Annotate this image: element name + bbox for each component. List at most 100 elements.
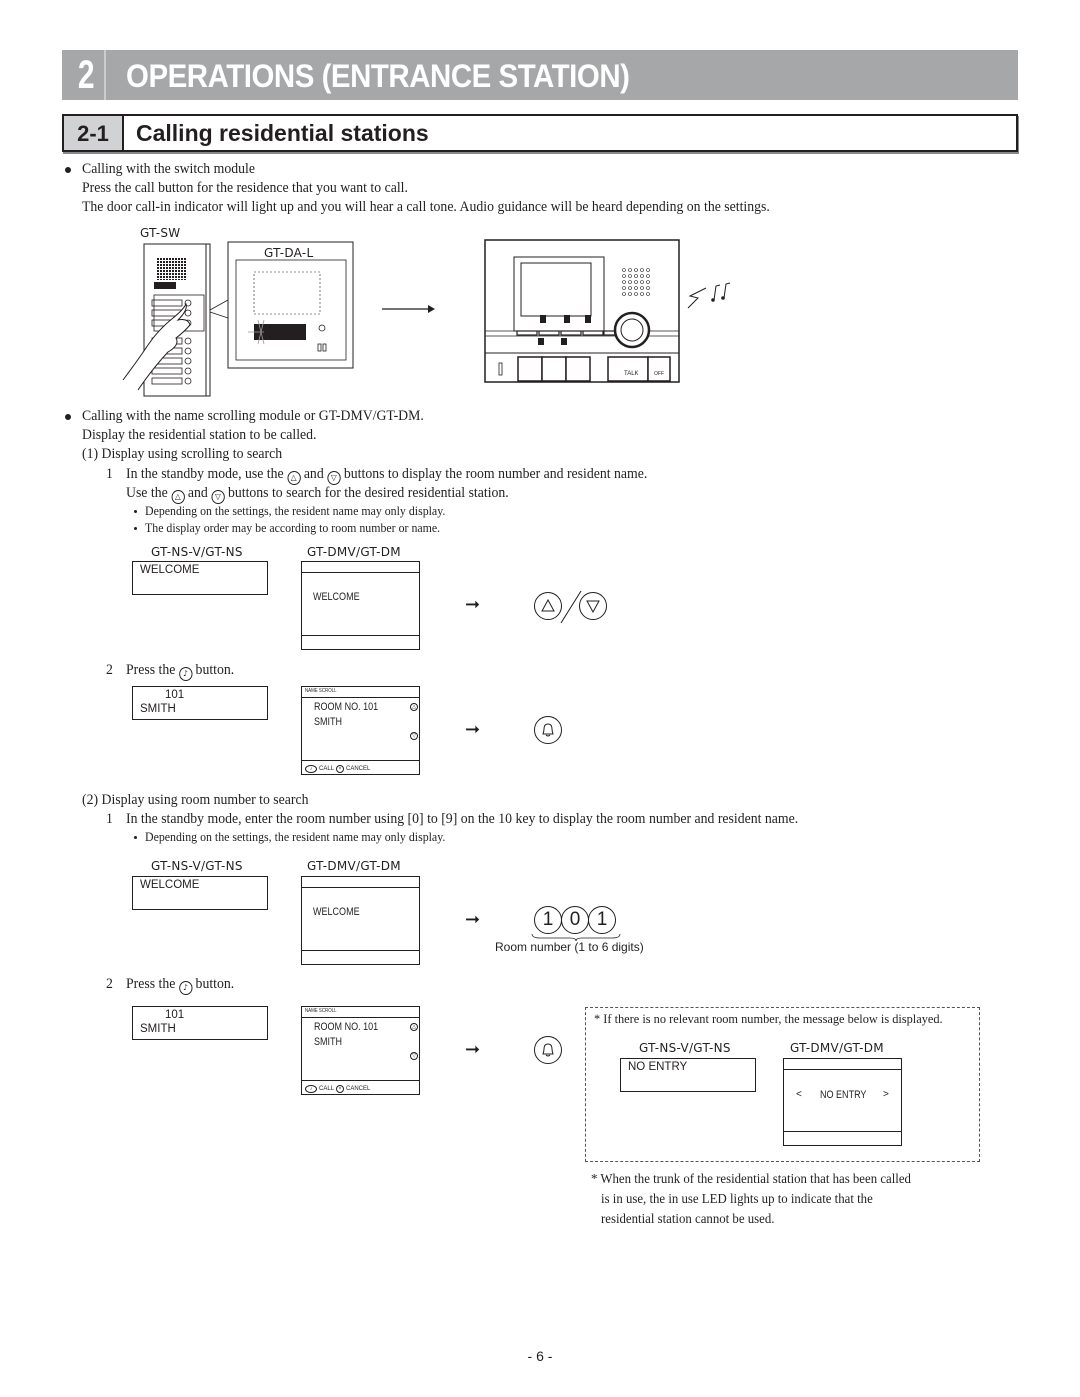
down-icon: ▽: [410, 1052, 418, 1060]
dm-display-text: WELCOME: [313, 591, 360, 603]
scrolling-subheading: (1) Display using scrolling to search: [82, 446, 283, 462]
chapter-header: 2 OPERATIONS (ENTRANCE STATION): [62, 50, 1018, 100]
up-icon: △: [410, 703, 418, 711]
switch-module-line1: Press the call button for the residence …: [82, 180, 408, 196]
room-number-subheading: (2) Display using room number to search: [82, 792, 309, 808]
page-number: - 6 -: [527, 1348, 553, 1364]
scrolling-note2: The display order may be according to ro…: [145, 521, 441, 535]
ns-display-text: WELCOME: [140, 564, 200, 576]
residential-monitor-illustration: TALK OFF: [484, 239, 731, 383]
step-number: 1: [106, 466, 113, 482]
scrolling-heading: Calling with the name scrolling module o…: [82, 408, 424, 424]
section-header: 2-1 Calling residential stations: [62, 114, 1018, 152]
digit-key: 1: [534, 906, 562, 934]
arrow-icon: ➞: [465, 909, 481, 930]
room-number-step2: Press the ♪ button.: [126, 975, 234, 995]
dm-room: ROOM NO. 101: [314, 701, 379, 713]
call-button-icon: ♪: [178, 667, 193, 681]
text: and: [187, 485, 208, 501]
cancel-icon: ×: [336, 765, 345, 773]
call-bell-icon: [534, 1036, 562, 1064]
call-label: CALL: [319, 1086, 335, 1092]
cancel-label: CANCEL: [346, 766, 371, 772]
ns-display: WELCOME: [132, 876, 268, 910]
svg-text:OFF: OFF: [654, 371, 664, 377]
trunk-note-line3: residential station cannot be used.: [601, 1211, 775, 1226]
trunk-note-line2: is in use, the in use LED lights up to i…: [601, 1191, 873, 1206]
digits-caption: Room number (1 to 6 digits): [495, 940, 644, 954]
dm-name: SMITH: [314, 1036, 343, 1048]
cancel-label: CANCEL: [346, 1086, 371, 1092]
dm-display: NAME SCROLL ROOM NO. 101 SMITH △ ▽ ♪ CAL…: [301, 686, 420, 775]
text: In the standby mode, use the: [126, 466, 284, 482]
scrolling-step2: Press the ♪ button.: [126, 661, 234, 681]
dm-display: WELCOME: [301, 561, 420, 650]
text: buttons to display the room number and r…: [343, 466, 648, 482]
gt-ns-label: GT-NS-V/GT-NS: [151, 545, 243, 559]
up-button-icon: [534, 592, 562, 620]
up-icon: △: [410, 1023, 418, 1031]
section-number: 2-1: [64, 116, 124, 150]
up-button-icon: △: [287, 471, 301, 485]
step-number: 2: [106, 662, 113, 678]
gt-sw-label: GT-SW: [140, 226, 181, 240]
switch-module-heading: Calling with the switch module: [82, 161, 255, 177]
left-indicator: <: [796, 1089, 802, 1100]
call-button-icon: ♪: [178, 981, 193, 995]
scrolling-step1-line1: In the standby mode, use the △ and ▽ but…: [126, 465, 647, 485]
ns-display: 101 SMITH: [132, 1006, 268, 1040]
call-icon: ♪: [305, 765, 317, 773]
down-icon: ▽: [410, 732, 418, 740]
dm-display: NAME SCROLL ROOM NO. 101 SMITH △ ▽ ♪ CAL…: [301, 1006, 420, 1095]
step-number: 2: [106, 976, 113, 992]
bullet: [65, 167, 71, 173]
up-button-icon: △: [171, 490, 185, 504]
switch-module-illustration: [122, 241, 354, 397]
scrolling-step1-line2: Use the △ and ▽ buttons to search for th…: [126, 484, 509, 504]
text: Use the: [126, 485, 168, 501]
ns-room: 101: [165, 689, 185, 701]
text: buttons to search for the desired reside…: [227, 485, 509, 501]
text: Press the: [126, 976, 176, 992]
ns-name: SMITH: [140, 703, 176, 715]
gt-ns-label: GT-NS-V/GT-NS: [151, 859, 243, 873]
step-number: 1: [106, 811, 113, 827]
dm-display: WELCOME: [301, 876, 420, 965]
down-button-icon: ▽: [211, 490, 225, 504]
dm-header: NAME SCROLL: [305, 1008, 337, 1014]
ns-display: WELCOME: [132, 561, 268, 595]
gt-ns-label: GT-NS-V/GT-NS: [639, 1041, 731, 1055]
arrow-icon: ➞: [465, 719, 481, 740]
chapter-title: OPERATIONS (ENTRANCE STATION): [126, 58, 630, 94]
ns-display-text: NO ENTRY: [628, 1061, 688, 1073]
svg-text:TALK: TALK: [624, 371, 639, 377]
arrow-icon: ➞: [465, 1039, 481, 1060]
text: Press the: [126, 662, 176, 678]
dm-display: < NO ENTRY >: [783, 1058, 902, 1146]
switch-module-line2: The door call-in indicator will light up…: [82, 199, 770, 215]
digit-key: 1: [588, 906, 616, 934]
ns-display: 101 SMITH: [132, 686, 268, 720]
bullet: [134, 527, 137, 530]
bullet: [134, 836, 137, 839]
cancel-icon: ×: [336, 1085, 345, 1093]
down-button-icon: ▽: [327, 471, 341, 485]
bullet: [65, 414, 71, 420]
gt-dm-label: GT-DMV/GT-DM: [307, 545, 401, 559]
text: button.: [195, 976, 235, 992]
digit-key: 0: [561, 906, 589, 934]
dm-footer: ♪ CALL × CANCEL: [305, 765, 370, 773]
room-number-step1: In the standby mode, enter the room numb…: [126, 811, 799, 827]
ns-room: 101: [165, 1009, 185, 1021]
gt-dm-label: GT-DMV/GT-DM: [790, 1041, 884, 1055]
text: button.: [195, 662, 235, 678]
scrolling-note1: Depending on the settings, the resident …: [145, 504, 446, 518]
dm-display-text: NO ENTRY: [820, 1089, 867, 1101]
ns-display: NO ENTRY: [620, 1058, 756, 1092]
call-label: CALL: [319, 766, 335, 772]
no-entry-note-text: * If there is no relevant room number, t…: [594, 1011, 943, 1026]
gt-dm-label: GT-DMV/GT-DM: [307, 859, 401, 873]
section-title: Calling residential stations: [136, 120, 429, 146]
dm-name: SMITH: [314, 716, 343, 728]
call-icon: ♪: [305, 1085, 317, 1093]
